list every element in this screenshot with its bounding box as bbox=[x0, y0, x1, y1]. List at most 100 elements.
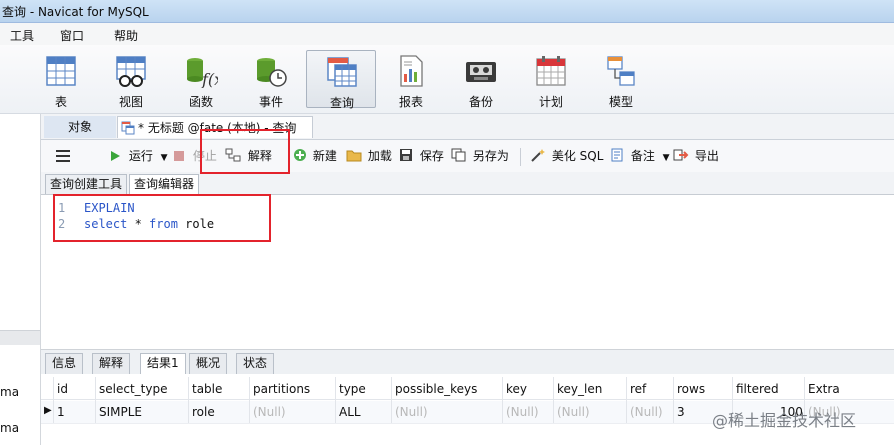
column-header[interactable]: type bbox=[339, 378, 366, 400]
save-as-button[interactable]: 另存为 bbox=[451, 147, 509, 165]
column-header[interactable]: key bbox=[506, 378, 527, 400]
save-button[interactable]: 保存 bbox=[399, 147, 444, 165]
column-header[interactable]: key_len bbox=[557, 378, 602, 400]
column-divider bbox=[95, 377, 96, 423]
save-as-icon bbox=[451, 148, 466, 162]
beautify-sql-label: 美化 SQL bbox=[551, 149, 604, 163]
toolbar-schedule-button[interactable]: 计划 bbox=[516, 50, 586, 109]
column-header[interactable]: Extra bbox=[808, 378, 840, 400]
tree-item-label[interactable]: ma bbox=[0, 385, 19, 399]
load-button[interactable]: 加载 bbox=[346, 147, 392, 165]
chevron-down-icon: ▼ bbox=[662, 153, 670, 163]
tab-result-1[interactable]: 结果1 bbox=[140, 353, 186, 374]
beautify-sql-button[interactable]: 美化 SQL bbox=[530, 147, 603, 165]
toolbar-model-label: 模型 bbox=[608, 95, 633, 109]
watermark: @稀土掘金技术社区 bbox=[712, 411, 857, 430]
save-as-label: 另存为 bbox=[472, 149, 509, 163]
tab-query-builder[interactable]: 查询创建工具 bbox=[45, 174, 128, 194]
table-cell[interactable]: role bbox=[192, 402, 215, 422]
toolbar-view-button[interactable]: 视图 bbox=[96, 50, 166, 109]
table-cell[interactable]: (Null) bbox=[395, 402, 428, 422]
left-panel-scrollbar[interactable] bbox=[0, 330, 40, 345]
run-label: 运行 bbox=[128, 149, 153, 163]
column-header[interactable]: possible_keys bbox=[395, 378, 477, 400]
toolbar-backup-button[interactable]: 备份 bbox=[446, 50, 516, 109]
function-icon: f(x) bbox=[187, 58, 218, 88]
menu-tools[interactable]: 工具 bbox=[10, 27, 34, 44]
new-button[interactable]: 新建 bbox=[293, 147, 337, 165]
main-toolbar: 表 视图 f(x) 函数 事件 bbox=[0, 45, 894, 114]
column-divider bbox=[502, 377, 503, 423]
export-button[interactable]: 导出 bbox=[673, 147, 719, 165]
tab-profile[interactable]: 概况 bbox=[189, 353, 228, 374]
query-toolbar: 运行 ▼ 停止 解释 新建 加载 保存 另存为 美化 SQL 备注 ▼ 导出 bbox=[41, 140, 894, 172]
menu-bar: 工具 窗口 帮助 bbox=[0, 23, 894, 45]
magic-wand-icon bbox=[531, 149, 545, 162]
backup-icon bbox=[466, 62, 496, 82]
chevron-down-icon: ▼ bbox=[160, 153, 168, 163]
query-icon bbox=[327, 57, 357, 87]
menu-window[interactable]: 窗口 bbox=[60, 27, 84, 44]
query-tab-icon bbox=[121, 121, 135, 135]
toolbar-view-label: 视图 bbox=[118, 95, 143, 109]
folder-icon bbox=[346, 150, 362, 162]
tab-status[interactable]: 状态 bbox=[236, 353, 275, 374]
report-icon bbox=[400, 55, 423, 87]
table-cell[interactable]: (Null) bbox=[630, 402, 663, 422]
result-tabs: 信息 解释 结果1 概况 状态 bbox=[41, 349, 894, 375]
table-cell[interactable]: 1 bbox=[57, 402, 65, 422]
column-header[interactable]: id bbox=[57, 378, 68, 400]
menu-icon[interactable] bbox=[55, 149, 71, 163]
column-header[interactable]: ref bbox=[630, 378, 646, 400]
toolbar-model-button[interactable]: 模型 bbox=[586, 50, 656, 109]
table-cell[interactable]: (Null) bbox=[253, 402, 286, 422]
run-button[interactable]: 运行 ▼ bbox=[109, 147, 168, 165]
comment-button[interactable]: 备注 ▼ bbox=[610, 147, 670, 165]
save-label: 保存 bbox=[419, 149, 444, 163]
window-title: 查询 - Navicat for MySQL bbox=[2, 5, 149, 19]
document-tabs: 对象 * 无标题 @fate (本地) - 查询 bbox=[41, 114, 894, 140]
toolbar-function-button[interactable]: f(x) 函数 bbox=[166, 50, 236, 109]
event-icon bbox=[257, 58, 287, 87]
table-cell[interactable]: (Null) bbox=[506, 402, 539, 422]
table-cell[interactable]: SIMPLE bbox=[99, 402, 142, 422]
column-divider bbox=[335, 377, 336, 423]
export-label: 导出 bbox=[694, 149, 719, 163]
add-icon bbox=[294, 149, 306, 161]
menu-help[interactable]: 帮助 bbox=[114, 27, 138, 44]
save-icon bbox=[400, 149, 412, 161]
tab-explain[interactable]: 解释 bbox=[92, 353, 131, 374]
toolbar-backup-label: 备份 bbox=[468, 95, 493, 109]
column-divider bbox=[188, 377, 189, 423]
tab-query-editor[interactable]: 查询编辑器 bbox=[129, 174, 200, 194]
column-header[interactable]: rows bbox=[677, 378, 705, 400]
row-pointer-icon: ▶ bbox=[44, 405, 52, 416]
highlight-explain bbox=[200, 129, 290, 174]
toolbar-report-label: 报表 bbox=[398, 95, 423, 109]
column-header[interactable]: select_type bbox=[99, 378, 167, 400]
highlight-sql bbox=[53, 194, 271, 242]
toolbar-query-button[interactable]: 查询 bbox=[306, 50, 376, 110]
tab-info[interactable]: 信息 bbox=[45, 353, 84, 374]
table-cell[interactable]: ALL bbox=[339, 402, 361, 422]
stop-icon bbox=[174, 151, 184, 161]
column-header[interactable]: filtered bbox=[736, 378, 779, 400]
column-header[interactable]: table bbox=[192, 378, 222, 400]
title-bar: 查询 - Navicat for MySQL bbox=[0, 0, 894, 23]
play-icon bbox=[111, 151, 120, 161]
view-icon bbox=[116, 56, 146, 87]
column-divider bbox=[553, 377, 554, 423]
table-cell[interactable]: (Null) bbox=[557, 402, 590, 422]
tab-objects[interactable]: 对象 bbox=[44, 116, 116, 138]
table-cell[interactable]: 3 bbox=[677, 402, 685, 422]
model-icon bbox=[607, 56, 635, 86]
toolbar-function-label: 函数 bbox=[188, 95, 213, 109]
toolbar-event-button[interactable]: 事件 bbox=[236, 50, 306, 109]
toolbar-report-button[interactable]: 报表 bbox=[376, 50, 446, 109]
column-header[interactable]: partitions bbox=[253, 378, 310, 400]
toolbar-table-button[interactable]: 表 bbox=[26, 50, 96, 109]
toolbar-query-label: 查询 bbox=[329, 96, 354, 110]
query-subtabs: 查询创建工具 查询编辑器 bbox=[41, 172, 894, 195]
toolbar-schedule-label: 计划 bbox=[538, 95, 563, 109]
tree-item-label[interactable]: ma bbox=[0, 421, 19, 435]
